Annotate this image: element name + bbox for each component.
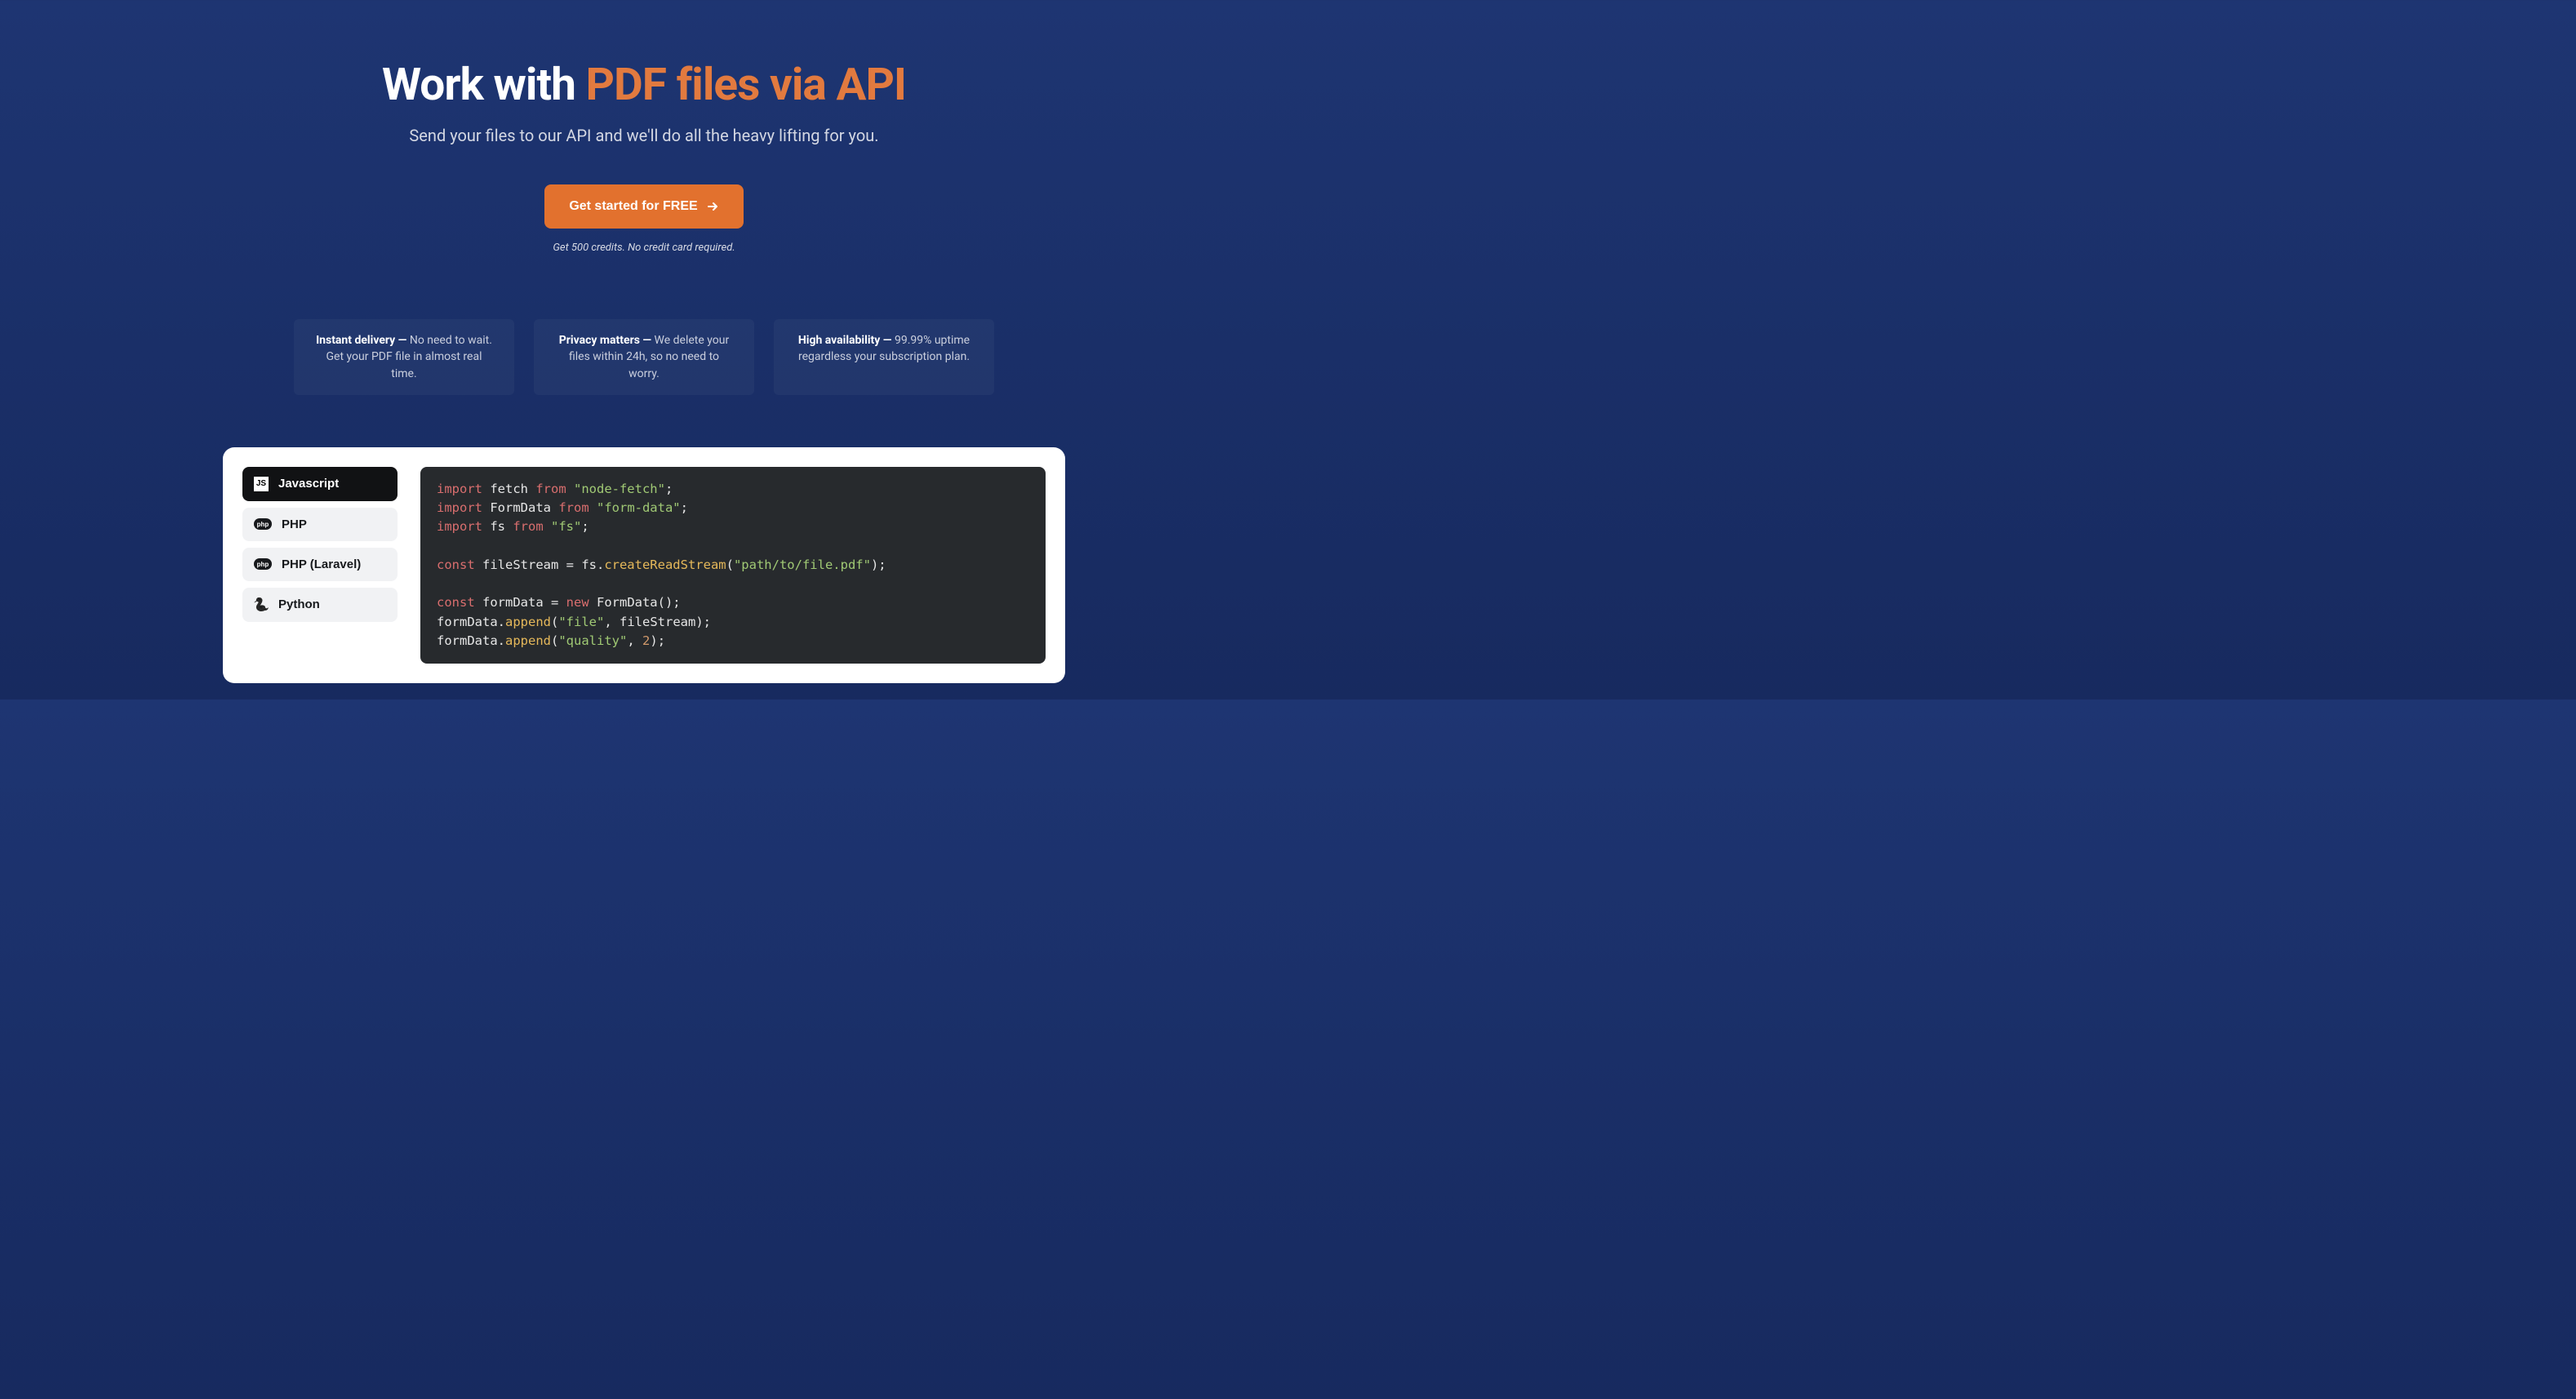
tab-label: PHP [282,517,307,531]
php-icon: php [254,558,272,570]
feature-bold: High availability — [798,334,895,347]
tab-php-laravel[interactable]: php PHP (Laravel) [242,548,398,581]
tab-label: PHP (Laravel) [282,557,361,571]
tab-label: Python [278,597,320,611]
code-panel: JS Javascript php PHP php PHP (Laravel) … [223,447,1065,683]
python-icon [254,597,269,612]
hero-subtitle: Send your files to our API and we'll do … [0,126,1288,145]
javascript-icon: JS [254,477,269,491]
feature-card-privacy: Privacy matters — We delete your files w… [534,319,754,395]
feature-card-instant: Instant delivery — No need to wait. Get … [294,319,514,395]
tab-javascript[interactable]: JS Javascript [242,467,398,501]
php-icon: php [254,518,272,530]
hero-title: Work with PDF files via API [0,59,1288,111]
language-tabs: JS Javascript php PHP php PHP (Laravel) … [242,467,398,664]
feature-card-availability: High availability — 99.99% uptime regard… [774,319,994,395]
tab-label: Javascript [278,477,339,491]
hero-title-prefix: Work with [382,59,586,111]
cta-caption: Get 500 credits. No credit card required… [0,242,1288,254]
feature-bold: Privacy matters — [559,334,655,347]
feature-bold: Instant delivery — [316,334,410,347]
hero-title-accent: PDF files via API [586,59,906,111]
arrow-right-icon [706,200,719,213]
hero-section: Work with PDF files via API Send your fi… [0,0,1288,254]
cta-label: Get started for FREE [569,199,697,214]
get-started-button[interactable]: Get started for FREE [544,184,743,229]
tab-python[interactable]: Python [242,588,398,622]
code-block: import fetch from "node-fetch"; import F… [420,467,1046,664]
tab-php[interactable]: php PHP [242,508,398,541]
features-row: Instant delivery — No need to wait. Get … [0,319,1288,395]
